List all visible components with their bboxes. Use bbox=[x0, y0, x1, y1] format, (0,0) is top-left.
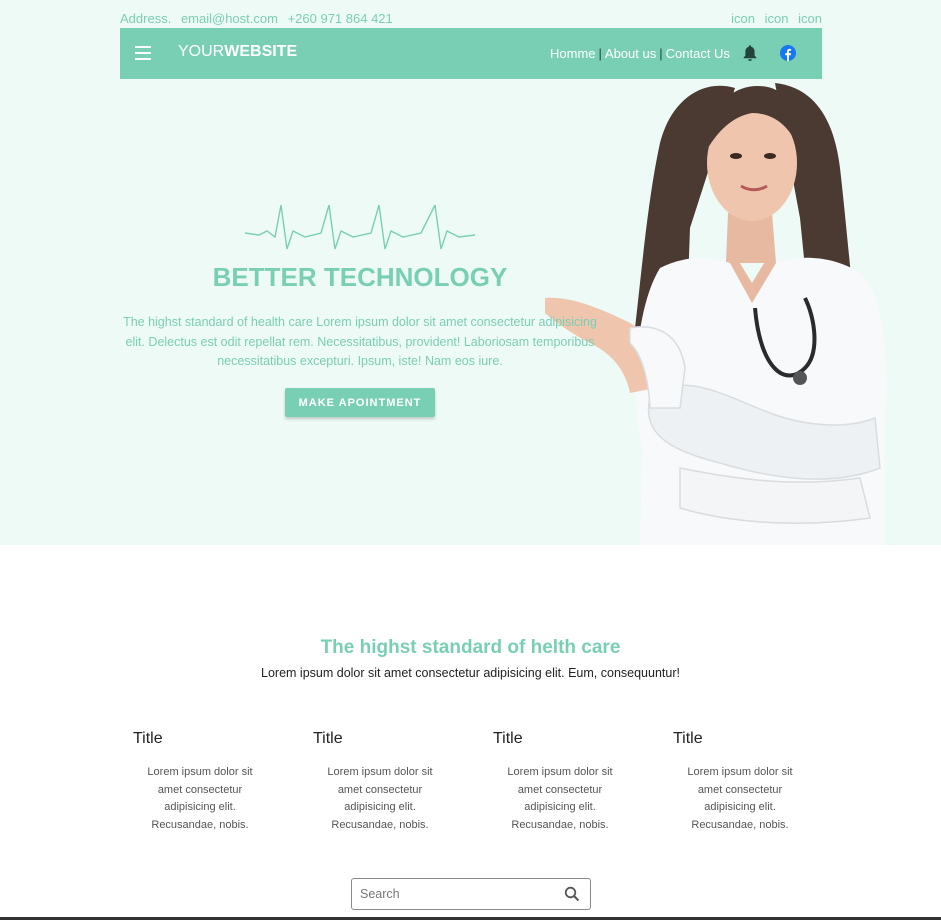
address-text: Address. bbox=[120, 11, 172, 26]
search-box bbox=[351, 878, 591, 910]
card-title: Title bbox=[673, 730, 703, 747]
hamburger-menu-icon[interactable] bbox=[135, 46, 151, 60]
nav-separator: | bbox=[659, 46, 663, 61]
contact-info: Address. email@host.com +260 971 864 421 bbox=[120, 11, 399, 26]
social-icon-3[interactable]: icon bbox=[798, 11, 822, 26]
card-text: Lorem ipsum dolor sit amet consectetur a… bbox=[147, 766, 253, 831]
nav-link-contact[interactable]: Contact Us bbox=[666, 46, 730, 61]
phone-text: +260 971 864 421 bbox=[287, 11, 393, 26]
feature-card: Title Lorem ipsum dolor sit amet consect… bbox=[300, 730, 440, 834]
hero-title: BETTER TECHNOLOGY bbox=[212, 262, 508, 292]
brand-bold-text: WEBSITE bbox=[224, 43, 298, 60]
make-appointment-button[interactable]: MAKE APOINTMENT bbox=[284, 387, 436, 417]
social-icon-links: icon icon icon bbox=[725, 11, 822, 26]
card-title: Title bbox=[493, 730, 523, 747]
brand-logo[interactable]: YOURWEBSITE bbox=[178, 43, 297, 61]
card-title: Title bbox=[133, 730, 163, 747]
card-text: Lorem ipsum dolor sit amet consectetur a… bbox=[687, 766, 793, 831]
brand-light-text: YOUR bbox=[178, 43, 225, 60]
feature-card: Title Lorem ipsum dolor sit amet consect… bbox=[660, 730, 800, 834]
feature-cards: Title Lorem ipsum dolor sit amet consect… bbox=[120, 730, 840, 840]
page: Address. email@host.com +260 971 864 421… bbox=[0, 0, 941, 920]
email-link[interactable]: email@host.com bbox=[181, 11, 278, 26]
card-text: Lorem ipsum dolor sit amet consectetur a… bbox=[327, 766, 433, 831]
heartbeat-icon bbox=[245, 205, 475, 250]
hero-content: BETTER TECHNOLOGY The highst standard of… bbox=[120, 205, 600, 417]
hero-description: The highst standard of health care Lorem… bbox=[123, 315, 597, 368]
nav-link-home[interactable]: Homme bbox=[550, 46, 596, 61]
section-title: The highst standard of helth care bbox=[320, 637, 621, 658]
facebook-icon[interactable] bbox=[780, 45, 796, 61]
card-text: Lorem ipsum dolor sit amet consectetur a… bbox=[507, 766, 613, 831]
search-icon[interactable] bbox=[564, 886, 580, 902]
features-section: The highst standard of helth care Lorem … bbox=[0, 545, 941, 920]
search-input[interactable] bbox=[360, 885, 550, 903]
feature-card: Title Lorem ipsum dolor sit amet consect… bbox=[120, 730, 260, 834]
hero-section: Address. email@host.com +260 971 864 421… bbox=[0, 0, 941, 545]
nav-separator: | bbox=[598, 46, 602, 61]
bell-icon[interactable] bbox=[742, 44, 758, 62]
nav-link-about[interactable]: About us bbox=[605, 46, 656, 61]
top-contact-bar: Address. email@host.com +260 971 864 421… bbox=[120, 11, 822, 27]
nav-links: Homme | About us | Contact Us bbox=[550, 46, 730, 61]
card-title: Title bbox=[313, 730, 343, 747]
section-subtitle: Lorem ipsum dolor sit amet consectetur a… bbox=[261, 666, 680, 680]
social-icon-2[interactable]: icon bbox=[765, 11, 789, 26]
social-icon-1[interactable]: icon bbox=[731, 11, 755, 26]
feature-card: Title Lorem ipsum dolor sit amet consect… bbox=[480, 730, 620, 834]
main-navbar: YOURWEBSITE Homme | About us | Contact Us bbox=[120, 28, 822, 79]
